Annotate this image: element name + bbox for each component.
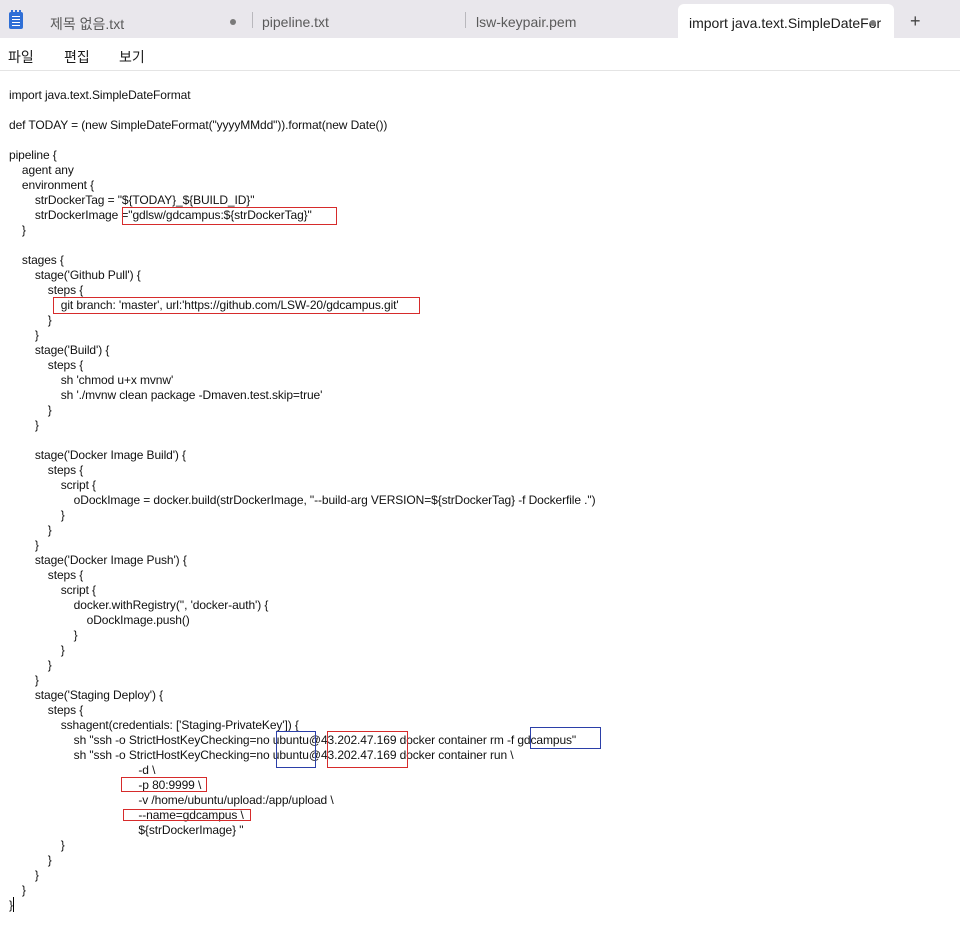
code-line: -d \ (9, 763, 156, 777)
code-line: } (9, 853, 52, 867)
code-line: } (9, 673, 39, 687)
code-line: sh "ssh -o StrictHostKeyChecking=no ubun… (9, 748, 514, 762)
tab-label: lsw-keypair.pem (476, 14, 577, 30)
text-caret (13, 897, 14, 912)
code-line: environment { (9, 178, 95, 192)
code-line: } (9, 838, 65, 852)
tab-label: import java.text.SimpleDateFor (689, 15, 882, 31)
unsaved-dot-icon (230, 19, 236, 25)
plus-icon: + (910, 11, 921, 31)
code-line: } (9, 538, 39, 552)
highlight-name-flag (123, 809, 251, 821)
code-line: sh './mvnw clean package -Dmaven.test.sk… (9, 388, 323, 402)
code-line: steps { (9, 358, 84, 372)
menu-edit[interactable]: 편집 (64, 47, 90, 67)
code-line: import java.text.SimpleDateFormat (9, 88, 191, 102)
menu-view[interactable]: 보기 (119, 47, 145, 67)
text-editor[interactable]: import java.text.SimpleDateFormat def TOD… (0, 71, 960, 925)
code-line: steps { (9, 283, 84, 297)
code-line: } (9, 313, 52, 327)
code-line: script { (9, 583, 96, 597)
highlight-port (121, 777, 207, 792)
code-line: stages { (9, 253, 64, 267)
code-line: oDockImage.push() (9, 613, 190, 627)
code-line: steps { (9, 568, 84, 582)
code-line: stage('Github Pull') { (9, 268, 141, 282)
code-line: stage('Build') { (9, 343, 110, 357)
code-line: } (9, 643, 65, 657)
tab-label: 제목 없음.txt (50, 16, 125, 32)
code-line: } (9, 508, 65, 522)
unsaved-dot-icon (870, 20, 876, 26)
code-line: -v /home/ubuntu/upload:/app/upload \ (9, 793, 334, 807)
code-line: def TODAY = (new SimpleDateFormat("yyyyM… (9, 118, 388, 132)
tab-pipeline[interactable]: pipeline.txt (252, 0, 466, 38)
menu-file[interactable]: 파일 (8, 47, 34, 67)
highlight-git-url (53, 297, 420, 314)
code-line: stage('Docker Image Push') { (9, 553, 187, 567)
code-line: ${strDockerImage} " (9, 823, 244, 837)
notepad-icon (9, 10, 23, 29)
tab-label: pipeline.txt (262, 14, 329, 30)
code-line: docker.withRegistry('', 'docker-auth') { (9, 598, 269, 612)
code-line: } (9, 403, 52, 417)
code-line: steps { (9, 703, 84, 717)
tab-lsw-keypair[interactable]: lsw-keypair.pem (466, 0, 676, 38)
code-line: } (9, 328, 39, 342)
tab-import-java[interactable]: import java.text.SimpleDateFor (678, 4, 894, 38)
code-line: sh 'chmod u+x mvnw' (9, 373, 174, 387)
code-line: strDockerTag = "${TODAY}_${BUILD_ID}" (9, 193, 255, 207)
code-line: stage('Docker Image Build') { (9, 448, 186, 462)
highlight-ip-address (327, 731, 408, 768)
tab-untitled[interactable]: 제목 없음.txt (36, 0, 253, 38)
code-line: } (9, 658, 52, 672)
highlight-ubuntu-user (276, 731, 316, 768)
new-tab-button[interactable]: + (910, 12, 921, 30)
code-line: stage('Staging Deploy') { (9, 688, 164, 702)
code-line: } (9, 223, 26, 237)
code-line: oDockImage = docker.build(strDockerImage… (9, 493, 596, 507)
code-line: } (9, 418, 39, 432)
code-line: } (9, 868, 39, 882)
code-line: } (9, 883, 26, 897)
code-line: } (9, 628, 78, 642)
tab-bar: 제목 없음.txt pipeline.txt lsw-keypair.pem i… (0, 0, 960, 38)
code-line: } (9, 523, 52, 537)
code-line: steps { (9, 463, 84, 477)
code-line: pipeline { (9, 148, 57, 162)
code-line: script { (9, 478, 96, 492)
highlight-docker-image (122, 207, 337, 225)
code-line: sshagent(credentials: ['Staging-PrivateK… (9, 718, 299, 732)
code-line: agent any (9, 163, 74, 177)
highlight-container-name (530, 727, 601, 749)
menu-bar: 파일 편집 보기 (0, 38, 960, 71)
